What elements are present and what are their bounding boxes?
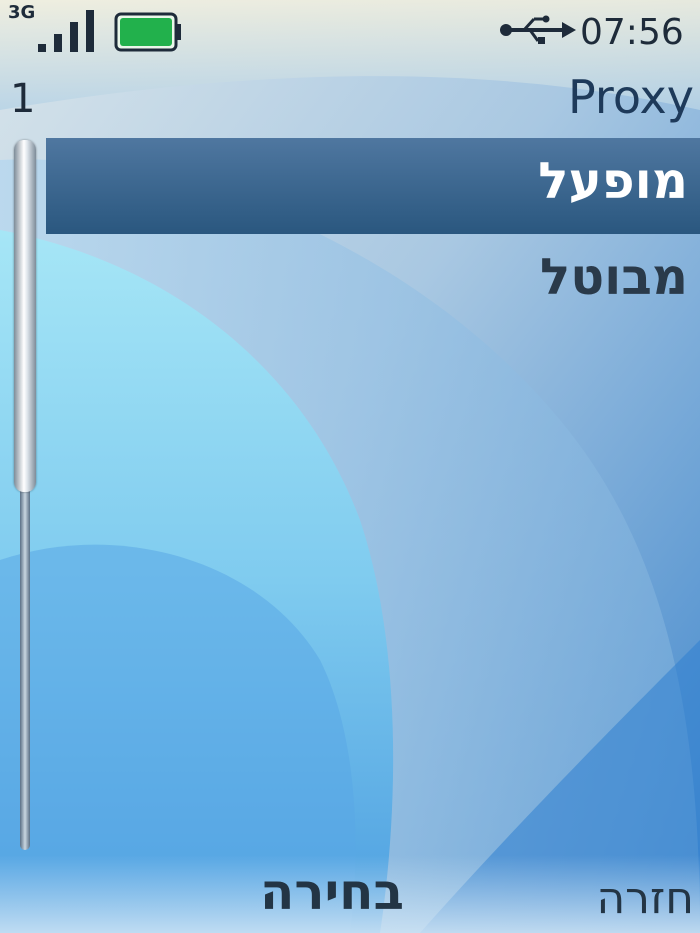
scrollbar-thumb[interactable] bbox=[14, 140, 36, 492]
battery-icon bbox=[114, 12, 181, 52]
select-softkey[interactable]: בחירה bbox=[260, 863, 404, 921]
option-list: מופעל מבוטל bbox=[46, 138, 700, 330]
softkey-bar: בחירה חזרה bbox=[0, 855, 700, 933]
list-item-label: מופעל bbox=[538, 152, 688, 210]
item-index: 1 bbox=[10, 76, 36, 122]
network-type-indicator: 3G bbox=[8, 2, 36, 23]
page-title: Proxy bbox=[567, 70, 694, 124]
list-item-label: מבוטל bbox=[539, 248, 688, 306]
list-item-enabled[interactable]: מופעל bbox=[46, 138, 700, 234]
list-item-disabled[interactable]: מבוטל bbox=[46, 234, 700, 330]
clock: 07:56 bbox=[580, 12, 684, 53]
signal-strength-icon bbox=[38, 10, 94, 52]
status-bar: 3G 07:56 bbox=[0, 0, 700, 70]
usb-icon bbox=[500, 15, 576, 44]
back-softkey[interactable]: חזרה bbox=[596, 873, 694, 924]
